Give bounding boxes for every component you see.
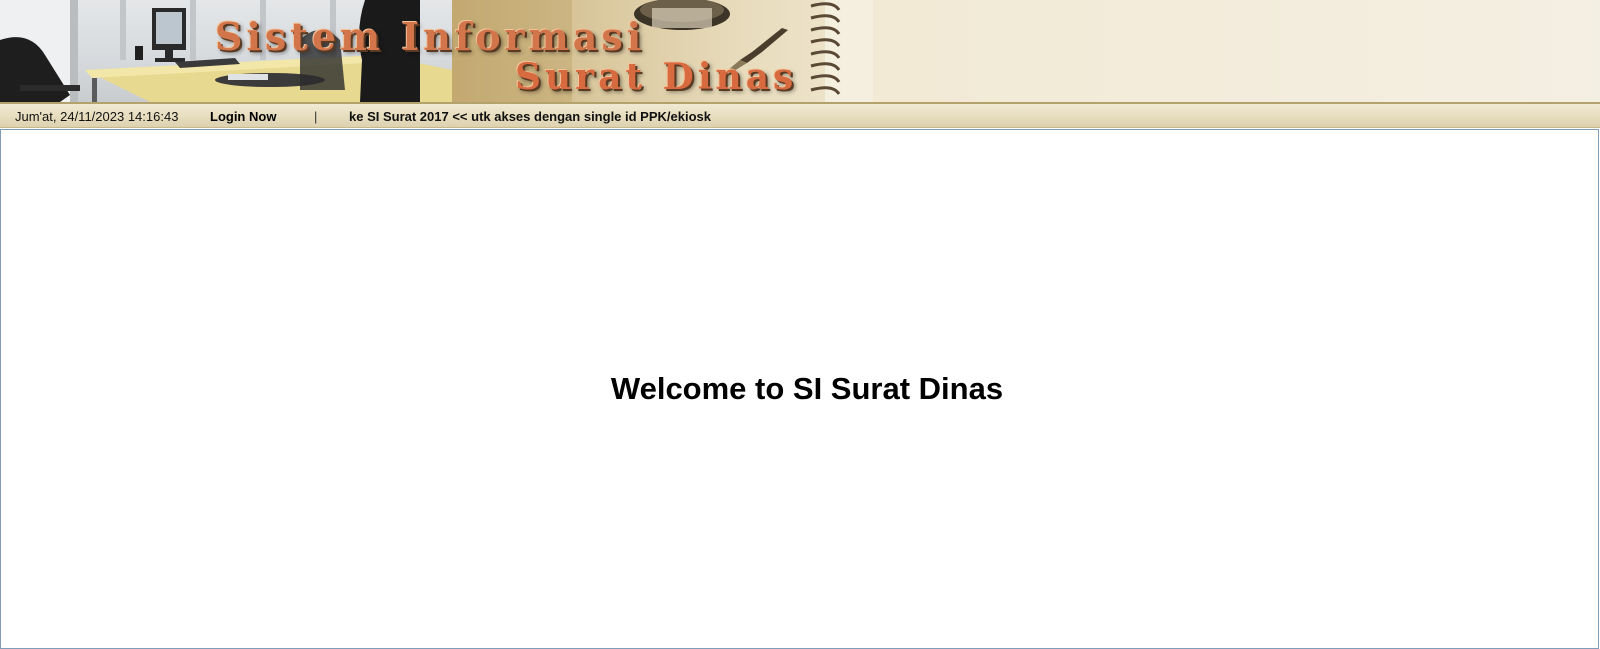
status-bar: Jum'at, 24/11/2023 14:16:43 Login Now | … <box>0 102 1600 128</box>
marquee-text: ke SI Surat 2017 << utk akses dengan sin… <box>349 109 712 124</box>
header-banner: Sistem Informasi Surat Dinas <box>0 0 1600 102</box>
date-time: Jum'at, 24/11/2023 14:16:43 <box>15 109 179 124</box>
banner-title: Sistem Informasi <box>215 14 646 59</box>
login-now-link[interactable]: Login Now <box>210 109 276 124</box>
content-frame: Welcome to SI Surat Dinas <box>0 129 1599 649</box>
banner-subtitle: Surat Dinas <box>515 56 798 98</box>
spiral-binding-icon <box>810 0 873 102</box>
welcome-heading: Welcome to SI Surat Dinas <box>610 371 1004 406</box>
separator: | <box>314 109 318 124</box>
